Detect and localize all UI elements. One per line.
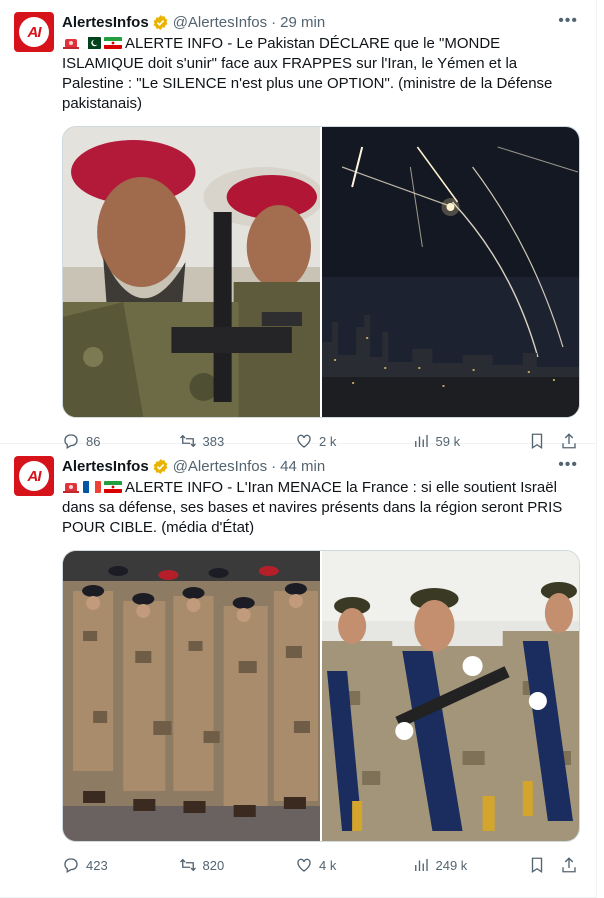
pakistan-flag-icon bbox=[83, 37, 101, 49]
author-name[interactable]: AlertesInfos bbox=[62, 14, 149, 31]
reply-icon bbox=[64, 858, 78, 873]
soldiers-red-berets-photo[interactable] bbox=[63, 127, 320, 417]
views-icon bbox=[414, 859, 428, 871]
timeline: AI ••• AlertesInfos @AlertesInfos · 29 m… bbox=[0, 0, 597, 898]
tweet-media[interactable] bbox=[62, 126, 580, 418]
french-soldiers-parade-photo[interactable] bbox=[63, 551, 320, 841]
author-handle[interactable]: @AlertesInfos bbox=[173, 458, 267, 475]
iranian-soldiers-parade-photo[interactable] bbox=[320, 551, 579, 841]
siren-emoji-icon bbox=[63, 39, 79, 49]
iran-flag-icon bbox=[104, 481, 122, 493]
verified-badge-icon bbox=[153, 14, 168, 30]
share-icon[interactable] bbox=[560, 856, 578, 874]
like-icon bbox=[297, 858, 311, 872]
reply-button[interactable]: 423 bbox=[62, 856, 179, 874]
france-flag-icon bbox=[83, 481, 101, 493]
more-icon[interactable]: ••• bbox=[558, 456, 578, 474]
author-name[interactable]: AlertesInfos bbox=[62, 458, 149, 475]
tweet-media[interactable] bbox=[62, 550, 580, 842]
repost-icon bbox=[179, 858, 196, 872]
separator: · bbox=[271, 457, 277, 475]
missile-interceptions-night-sky-photo[interactable] bbox=[320, 127, 579, 417]
repost-button[interactable]: 820 bbox=[179, 856, 296, 874]
separator: · bbox=[271, 13, 277, 31]
tweet-text: ALERTE INFO - L'Iran MENACE la France : … bbox=[62, 479, 567, 536]
views-button[interactable]: 249 k bbox=[412, 856, 529, 874]
tweet-actions: 423 820 4 k 249 k bbox=[62, 842, 580, 888]
timestamp[interactable]: 44 min bbox=[280, 458, 325, 475]
tweet[interactable]: AI ••• AlertesInfos @AlertesInfos · 44 m… bbox=[0, 444, 596, 898]
siren-emoji-icon bbox=[63, 483, 79, 493]
timestamp[interactable]: 29 min bbox=[280, 14, 325, 31]
tweet[interactable]: AI ••• AlertesInfos @AlertesInfos · 29 m… bbox=[0, 0, 596, 450]
avatar[interactable]: AI bbox=[14, 12, 54, 52]
iran-flag-icon bbox=[104, 37, 122, 49]
more-icon[interactable]: ••• bbox=[558, 12, 578, 30]
author-handle[interactable]: @AlertesInfos bbox=[173, 14, 267, 31]
avatar[interactable]: AI bbox=[14, 456, 54, 496]
tweet-text: ALERTE INFO - Le Pakistan DÉCLARE que le… bbox=[62, 35, 557, 112]
verified-badge-icon bbox=[153, 458, 168, 474]
bookmark-icon[interactable] bbox=[528, 856, 546, 874]
like-button[interactable]: 4 k bbox=[295, 856, 412, 874]
